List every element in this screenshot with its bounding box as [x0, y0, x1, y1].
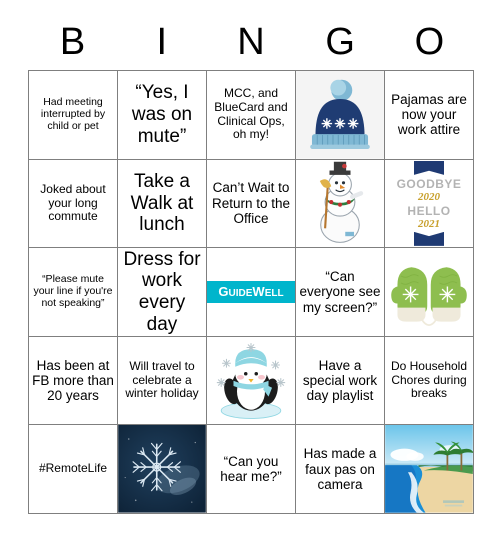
cell-b4[interactable]: Has been at FB more than 20 years	[29, 336, 118, 426]
cell-i1-label: “Yes, I was on mute”	[131, 82, 193, 147]
cell-i2[interactable]: Take a Walk at lunch	[118, 159, 207, 249]
bingo-header-letter-b: B	[59, 20, 86, 63]
bingo-card: B I N G O Had meeting interrupted by chi…	[0, 0, 500, 544]
cell-g1[interactable]	[296, 71, 385, 160]
banner-hello-label: HELLO	[407, 203, 451, 218]
cell-n2[interactable]: Can’t Wait to Return to the Office	[207, 159, 296, 249]
cell-i3-label: Dress for work every day	[123, 248, 201, 335]
cell-g3[interactable]: “Can everyone see my screen?”	[296, 248, 385, 337]
cell-o1[interactable]: Pajamas are now your work attire	[385, 71, 474, 160]
cell-b5-label: #RemoteLife	[38, 461, 108, 476]
mittens-icon	[385, 248, 473, 336]
cell-n4[interactable]	[207, 336, 296, 426]
cell-o5[interactable]	[385, 425, 474, 514]
cell-b5[interactable]: #RemoteLife	[29, 425, 118, 514]
cell-n1[interactable]: MCC, and BlueCard and Clinical Ops, oh m…	[207, 71, 296, 160]
cell-o2[interactable]: GOODBYE 2020 HELLO 2021	[385, 159, 474, 249]
cell-i3[interactable]: Dress for work every day	[118, 248, 207, 337]
bingo-header-letter-n: N	[237, 20, 265, 63]
cell-n2-label: Can’t Wait to Return to the Office	[211, 180, 291, 227]
cell-i4-label: Will travel to celebrate a winter holida…	[125, 359, 199, 401]
cell-b2-label: Joked about your long commute	[40, 181, 106, 224]
cell-o1-label: Pajamas are now your work attire	[391, 91, 467, 138]
cell-g4-label: Have a special work day playlist	[302, 357, 378, 404]
winter-hat-icon	[296, 71, 384, 159]
cell-b4-label: Has been at FB more than 20 years	[32, 357, 114, 404]
cell-o4[interactable]: Do Household Chores during breaks	[385, 336, 474, 426]
cell-b1[interactable]: Had meeting interrupted by child or pet	[29, 71, 118, 160]
cell-o4-label: Do Household Chores during breaks	[390, 359, 468, 401]
snowflake-photo-icon	[118, 425, 206, 513]
bingo-header-letter-i: I	[156, 20, 168, 63]
banner-goodbye-label: GOODBYE	[396, 176, 462, 191]
cell-i1[interactable]: “Yes, I was on mute”	[118, 71, 207, 160]
cell-n5[interactable]: “Can you hear me?”	[207, 425, 296, 514]
cell-g3-label: “Can everyone see my screen?”	[299, 268, 381, 315]
cell-b3[interactable]: “Please mute your line if you're not spe…	[29, 248, 118, 337]
bingo-header-row: B I N G O	[28, 16, 474, 68]
snowman-icon	[296, 159, 384, 248]
bingo-header-letter-g: G	[325, 20, 355, 63]
new-year-banner-icon: GOODBYE 2020 HELLO 2021	[385, 159, 473, 248]
cell-g2[interactable]	[296, 159, 385, 249]
cell-o3[interactable]	[385, 248, 474, 337]
cell-n1-label: MCC, and BlueCard and Clinical Ops, oh m…	[214, 86, 288, 142]
cell-n3[interactable]: GUIDEWELL	[207, 248, 296, 337]
cell-b2[interactable]: Joked about your long commute	[29, 159, 118, 249]
cell-g5-label: Has made a faux pas on camera	[303, 446, 377, 492]
penguin-icon	[207, 336, 295, 425]
banner-2020-label: 2020	[418, 190, 440, 203]
cell-n5-label: “Can you hear me?”	[220, 453, 282, 485]
banner-ribbon-top	[414, 160, 444, 175]
banner-ribbon-bottom	[414, 231, 444, 246]
cell-b3-label: “Please mute your line if you're not spe…	[33, 273, 113, 309]
cell-i5[interactable]	[118, 425, 207, 514]
beach-icon	[385, 425, 473, 513]
banner-2021-label: 2021	[418, 217, 440, 230]
cell-i4[interactable]: Will travel to celebrate a winter holida…	[118, 336, 207, 426]
cell-g4[interactable]: Have a special work day playlist	[296, 336, 385, 426]
bingo-header-letter-o: O	[414, 20, 445, 63]
cell-i2-label: Take a Walk at lunch	[130, 170, 194, 236]
guidewell-logo-wordmark: GUIDEWELL	[207, 280, 295, 303]
guidewell-logo-icon: GUIDEWELL	[207, 248, 295, 336]
cell-b1-label: Had meeting interrupted by child or pet	[40, 95, 106, 132]
bingo-grid: Had meeting interrupted by child or pet “…	[28, 70, 474, 514]
cell-g5[interactable]: Has made a faux pas on camera	[296, 425, 385, 514]
